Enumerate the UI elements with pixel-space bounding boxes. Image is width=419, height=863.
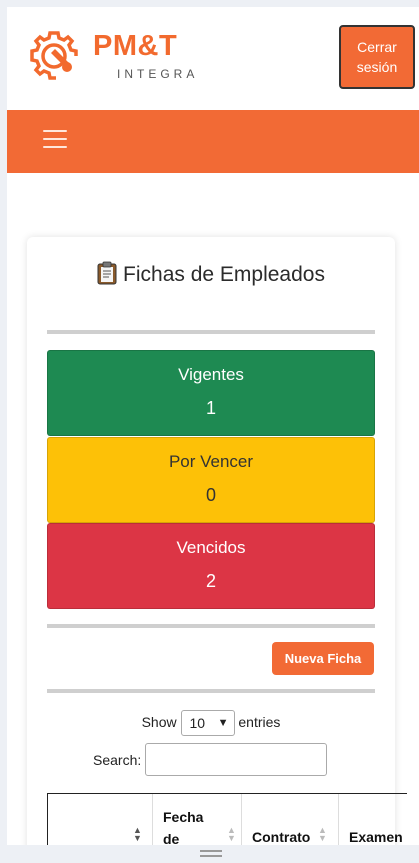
stat-label: Por Vencer [168, 452, 254, 471]
show-label: Show [141, 714, 177, 730]
column-header[interactable]: ▲ ▼ [48, 794, 153, 845]
logout-button[interactable]: Cerrar sesión [339, 25, 415, 89]
search-control: Search: [93, 743, 327, 777]
page-title: Fichas de Empleados [27, 261, 395, 288]
new-record-button[interactable]: Nueva Ficha [272, 642, 374, 675]
divider [47, 689, 375, 693]
column-header[interactable]: Examen ▲▼ [339, 794, 407, 845]
entries-select-value: 10 [189, 715, 206, 732]
divider [47, 330, 375, 334]
column-header-label: Contrato [252, 829, 311, 845]
stat-label: Vencidos [176, 538, 246, 557]
stat-value: 0 [205, 485, 216, 505]
stat-value: 1 [205, 398, 216, 418]
column-header[interactable]: Fecha de ▲ ▼ [153, 794, 242, 845]
page-title-text: Fichas de Empleados [123, 263, 325, 286]
entries-label: entries [238, 714, 281, 730]
stat-vigentes: Vigentes 1 [47, 350, 375, 436]
sort-icon: ▲ ▼ [133, 825, 142, 843]
employees-table: ▲▼ Fecha de ▲▼ Contrato ▲▼ Examen ▲▼ [47, 793, 407, 845]
logo-title: PM&T [93, 30, 178, 62]
logo[interactable]: PM&T INTEGRA [25, 25, 210, 85]
sort-icon: ▲ ▼ [318, 825, 327, 843]
employee-records-card: Fichas de Empleados Vigentes 1 Por Vence… [27, 237, 407, 845]
stat-label: Vigentes [178, 365, 244, 384]
stat-value: 2 [205, 571, 216, 591]
page: PM&T INTEGRA Cerrar sesión Fichas de Emp… [7, 7, 419, 845]
logo-subtitle: INTEGRA [117, 67, 199, 81]
hamburger-menu-icon[interactable] [43, 130, 67, 150]
column-header-label: Examen [349, 829, 403, 845]
sort-icon: ▲ ▼ [227, 825, 236, 843]
entries-length-control: Show 10 ▼ entries [27, 709, 395, 737]
top-header: PM&T INTEGRA Cerrar sesión [7, 7, 419, 110]
search-input[interactable] [145, 743, 327, 776]
entries-select[interactable]: 10 ▼ [180, 710, 235, 737]
chevron-down-icon: ▼ [217, 717, 229, 730]
navbar [7, 110, 419, 173]
column-header-label: Fecha de [163, 809, 204, 845]
stat-vencidos: Vencidos 2 [47, 523, 375, 609]
divider [47, 624, 375, 628]
gear-logo-icon [30, 31, 78, 80]
resize-handle-icon[interactable] [200, 850, 222, 857]
column-header[interactable]: Contrato ▲ ▼ [242, 794, 339, 845]
clipboard-icon [97, 261, 117, 285]
search-label: Search: [93, 752, 142, 768]
stat-por-vencer: Por Vencer 0 [47, 437, 375, 523]
